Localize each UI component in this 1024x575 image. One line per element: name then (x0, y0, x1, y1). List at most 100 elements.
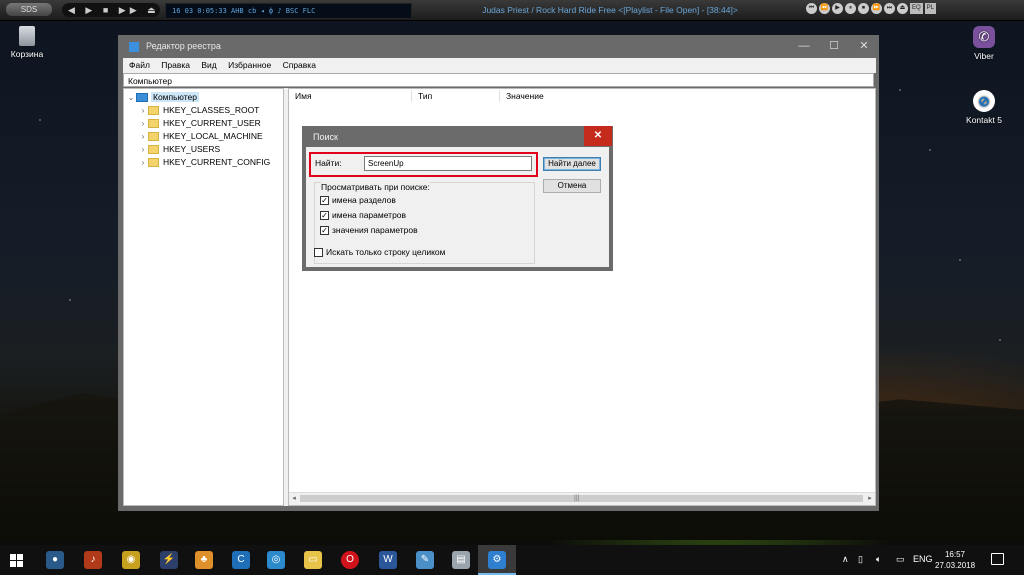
next-icon[interactable]: ⏭ (884, 3, 895, 14)
tree-root-label: Компьютер (151, 92, 199, 102)
windows-start-icon[interactable] (10, 554, 23, 567)
tree-item-hkcu[interactable]: › HKEY_CURRENT_USER (138, 117, 261, 130)
notepad-icon[interactable]: ✎ (416, 551, 434, 569)
scroll-thumb[interactable] (300, 495, 863, 502)
battery-icon[interactable]: ▭ (896, 554, 905, 565)
chevron-down-icon[interactable]: ⌄ (126, 91, 136, 104)
checkbox-checked-icon[interactable]: ✓ (320, 211, 329, 221)
ccleaner-icon[interactable]: C (232, 551, 250, 569)
chevron-right-icon[interactable]: › (138, 104, 148, 117)
checkbox-unchecked-icon[interactable] (314, 248, 323, 258)
screenshot-icon[interactable]: ◎ (267, 551, 285, 569)
owl-icon[interactable]: ◉ (122, 551, 140, 569)
scanner-icon[interactable]: ▤ (452, 551, 470, 569)
dialog-title: Поиск (313, 132, 338, 142)
desktop-icon-kontakt[interactable]: ⊘ Kontakt 5 (954, 90, 1014, 125)
chevron-right-icon[interactable]: › (138, 117, 148, 130)
firefox-icon[interactable]: ● (46, 551, 64, 569)
maximize-button[interactable]: ☐ (819, 35, 849, 58)
winamp-mini-controls[interactable]: ◀ ▶ ■ ▶▶ ⏏ (62, 3, 160, 17)
menu-bar: Файл Правка Вид Избранное Справка (123, 58, 876, 73)
option-label: значения параметров (332, 225, 418, 235)
recycle-bin-icon (19, 26, 35, 46)
notification-icon[interactable] (991, 553, 1004, 565)
horizontal-scrollbar[interactable]: ◂ ||| ▸ (289, 492, 875, 505)
tree-item-hkcr[interactable]: › HKEY_CLASSES_ROOT (138, 104, 259, 117)
taskbar: ● ♪ ◉ ⚡ ♣ C ◎ ▭ O W ✎ ▤ ⚙ ∧ ▯ 🔈︎ ▭ ENG 1… (0, 545, 1024, 575)
chevron-right-icon[interactable]: › (138, 143, 148, 156)
option-keys[interactable]: ✓ имена разделов (320, 195, 396, 206)
option-whole-string[interactable]: Искать только строку целиком (314, 247, 445, 258)
opera-icon[interactable]: O (341, 551, 359, 569)
eq-toggle[interactable]: EQ (910, 3, 923, 14)
pause-icon[interactable]: ⏸ (845, 3, 856, 14)
pl-toggle[interactable]: PL (924, 3, 937, 14)
scroll-left-icon[interactable]: ◂ (289, 493, 299, 505)
volume-icon[interactable]: 🔈︎ (876, 554, 881, 565)
tree-root[interactable]: ⌄ Компьютер (126, 91, 199, 104)
column-type[interactable]: Тип (412, 90, 500, 102)
tree-item-hku[interactable]: › HKEY_USERS (138, 143, 220, 156)
fl-icon[interactable]: ♣ (195, 551, 213, 569)
media-icon[interactable]: ♪ (84, 551, 102, 569)
menu-help[interactable]: Справка (283, 60, 316, 70)
chevron-right-icon[interactable]: › (138, 130, 148, 143)
tree-item-label: HKEY_CURRENT_USER (163, 118, 261, 128)
clock[interactable]: 16:57 27.03.2018 (935, 549, 975, 571)
winamp-logo[interactable]: SDS (6, 3, 52, 16)
option-data[interactable]: ✓ значения параметров (320, 225, 418, 236)
folder-icon (148, 145, 159, 155)
rewind-icon[interactable]: ⏪ (819, 3, 830, 14)
dialog-close-button[interactable]: ✕ (584, 126, 612, 146)
close-button[interactable]: ✕ (849, 35, 879, 58)
find-next-button[interactable]: Найти далее (543, 157, 601, 171)
word-icon[interactable]: W (379, 551, 397, 569)
network-icon[interactable]: ▯ (858, 554, 863, 565)
folder-icon (148, 132, 159, 142)
chevron-up-icon[interactable]: ∧ (842, 554, 849, 565)
scroll-right-icon[interactable]: ▸ (865, 493, 875, 505)
chevron-right-icon[interactable]: › (138, 156, 148, 169)
desktop-icon-label: Viber (974, 51, 994, 61)
find-input[interactable]: ScreenUp (364, 156, 532, 171)
menu-view[interactable]: Вид (201, 60, 216, 70)
option-values[interactable]: ✓ имена параметров (320, 210, 407, 221)
address-bar[interactable]: Компьютер (123, 73, 874, 87)
tree-item-label: HKEY_USERS (163, 144, 221, 154)
look-at-label: Просматривать при поиске: (321, 182, 430, 192)
find-label: Найти: (315, 158, 342, 168)
explorer-icon[interactable]: ▭ (304, 551, 322, 569)
tree-item-hkcc[interactable]: › HKEY_CURRENT_CONFIG (138, 156, 270, 169)
option-label: имена разделов (332, 195, 396, 205)
winamp-display: 16 03 0:05:33 AHB cb ◂ ф ♪ BSC FLC (165, 3, 412, 19)
winamp-icon[interactable]: ⚡ (160, 551, 178, 569)
eject-icon[interactable]: ⏏ (897, 3, 908, 14)
forward-icon[interactable]: ⏩ (871, 3, 882, 14)
window-titlebar[interactable]: Редактор реестра — ☐ ✕ (118, 35, 879, 58)
minimize-button[interactable]: — (789, 35, 819, 58)
language-indicator[interactable]: ENG (913, 554, 933, 564)
menu-file[interactable]: Файл (129, 60, 150, 70)
prev-icon[interactable]: ⏮ (806, 3, 817, 14)
tree-item-hklm[interactable]: › HKEY_LOCAL_MACHINE (138, 130, 263, 143)
desktop-icon-recycle-bin[interactable]: Корзина (0, 26, 57, 59)
play-icon[interactable]: ▶ (832, 3, 843, 14)
checkbox-checked-icon[interactable]: ✓ (320, 196, 329, 206)
regedit-icon[interactable]: ⚙ (488, 551, 506, 569)
clock-date: 27.03.2018 (935, 561, 976, 570)
menu-favorites[interactable]: Избранное (228, 60, 271, 70)
folder-icon (148, 158, 159, 168)
stop-icon[interactable]: ⏹ (858, 3, 869, 14)
column-name[interactable]: Имя (289, 90, 412, 102)
checkbox-checked-icon[interactable]: ✓ (320, 226, 329, 236)
folder-icon (148, 106, 159, 116)
desktop-icon-viber[interactable]: ✆ Viber (954, 26, 1014, 61)
desktop-icon-label: Kontakt 5 (966, 115, 1002, 125)
option-label: имена параметров (332, 210, 407, 220)
kontakt-icon: ⊘ (973, 90, 995, 112)
clock-time: 16:57 (944, 550, 966, 559)
column-value[interactable]: Значение (500, 90, 650, 102)
registry-tree: ⌄ Компьютер › HKEY_CLASSES_ROOT › HKEY_CURR… (123, 88, 284, 506)
cancel-button[interactable]: Отмена (543, 179, 601, 193)
menu-edit[interactable]: Правка (161, 60, 190, 70)
